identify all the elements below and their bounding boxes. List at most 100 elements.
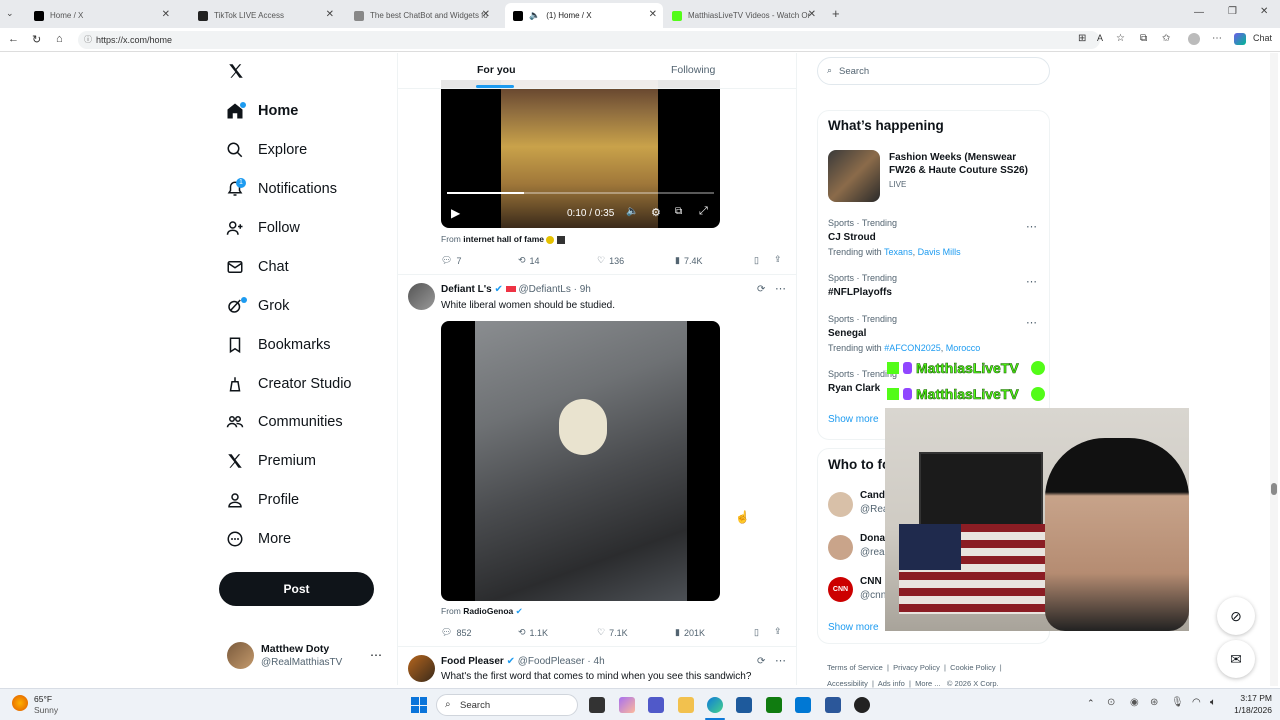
profile-avatar-icon[interactable] bbox=[1188, 33, 1200, 45]
show-more-link[interactable]: Show more bbox=[828, 414, 879, 425]
video-player[interactable]: ▶ 0:10 / 0:35 🔈 ⚙ ⧉ ⤢ bbox=[441, 80, 720, 228]
outlook-icon[interactable] bbox=[795, 697, 811, 713]
views-button[interactable]: ▮ 7.4K bbox=[675, 255, 702, 266]
tab-following[interactable]: Following bbox=[671, 64, 715, 76]
sidebar-item-notifications[interactable]: Notifications bbox=[226, 172, 337, 206]
scrollbar-thumb[interactable] bbox=[1271, 483, 1277, 495]
post-button[interactable]: Post bbox=[219, 572, 374, 606]
speaker-icon[interactable]: 🔈 bbox=[529, 10, 540, 21]
favorites-icon[interactable]: ✩ bbox=[1162, 33, 1170, 44]
sidebar-item-explore[interactable]: Explore bbox=[226, 133, 307, 167]
video-progress-track[interactable] bbox=[447, 192, 714, 194]
author-name[interactable]: Food Pleaser bbox=[441, 656, 504, 667]
tray-app-icon[interactable]: ⊛ bbox=[1150, 697, 1158, 708]
like-button[interactable]: ♡ 7.1K bbox=[597, 627, 628, 638]
sidebar-item-grok[interactable]: Grok bbox=[226, 289, 289, 323]
wifi-icon[interactable]: ◠ bbox=[1192, 697, 1201, 708]
trend-more-icon[interactable]: ⋯ bbox=[1026, 275, 1037, 288]
microphone-icon[interactable]: 🎙︎ bbox=[1171, 697, 1184, 708]
favorite-star-icon[interactable]: ☆ bbox=[1116, 33, 1125, 44]
post-time[interactable]: · 9h bbox=[574, 284, 591, 295]
pip-icon[interactable]: ⧉ bbox=[675, 206, 682, 217]
footer-link[interactable]: More ... bbox=[915, 679, 940, 688]
footer-link[interactable]: Ads info bbox=[878, 679, 905, 688]
account-name[interactable]: Matthew Doty bbox=[261, 643, 329, 655]
clock-date[interactable]: 1/18/2026 bbox=[1226, 705, 1272, 715]
follow-avatar[interactable] bbox=[828, 535, 853, 560]
grok-explain-icon[interactable]: ⟳ bbox=[757, 656, 765, 667]
trend-item[interactable]: Sports · Trending CJ Stroud Trending wit… bbox=[828, 218, 961, 257]
start-windows-icon[interactable] bbox=[411, 697, 427, 713]
show-hidden-icons-chevron-icon[interactable]: ⌃ bbox=[1087, 698, 1095, 709]
copilot-icon[interactable] bbox=[1234, 33, 1246, 45]
extensions-icon[interactable]: ⧉ bbox=[1140, 33, 1147, 44]
clock-time[interactable]: 3:17 PM bbox=[1232, 693, 1272, 703]
refresh-icon[interactable]: ↻ bbox=[32, 33, 41, 46]
play-icon[interactable]: ▶ bbox=[451, 206, 460, 220]
tab-list-chevron-icon[interactable]: ⌄ bbox=[6, 8, 14, 19]
grok-explain-icon[interactable]: ⟳ bbox=[757, 284, 765, 295]
browser-tab-active[interactable]: 🔈 (1) Home / X ✕ bbox=[505, 3, 663, 28]
home-icon[interactable]: ⌂ bbox=[56, 33, 63, 45]
volume-icon[interactable]: 🔈 bbox=[626, 206, 638, 217]
close-icon[interactable]: ✕ bbox=[162, 9, 170, 20]
sidebar-item-premium[interactable]: Premium bbox=[226, 444, 316, 478]
taskbar-search[interactable]: ⌕ Search bbox=[436, 694, 578, 716]
volume-icon[interactable]: 🔈︎ bbox=[1210, 697, 1216, 708]
bookmark-button[interactable]: ▯ bbox=[754, 255, 759, 266]
repost-button[interactable]: ⟲ 1.1K bbox=[518, 627, 548, 638]
xbox-icon[interactable] bbox=[766, 697, 782, 713]
trend-link[interactable]: Texans bbox=[884, 247, 913, 257]
browser-tab[interactable]: MatthiasLiveTV Videos - Watch Or ✕ bbox=[664, 3, 822, 28]
messages-floating-button[interactable]: ✉ bbox=[1217, 640, 1255, 678]
trend-item[interactable]: Sports · Trending #NFLPlayoffs bbox=[828, 273, 897, 298]
tab-for-you[interactable]: For you bbox=[477, 64, 516, 76]
file-explorer-icon[interactable] bbox=[678, 697, 694, 713]
page-scrollbar[interactable] bbox=[1270, 53, 1278, 686]
reply-button[interactable]: 💬︎ 852 bbox=[441, 627, 471, 638]
edge-icon[interactable] bbox=[707, 697, 723, 713]
tray-app-icon[interactable]: ⊙ bbox=[1107, 697, 1115, 708]
obs-icon[interactable] bbox=[854, 697, 870, 713]
video-source-name[interactable]: RadioGenoa bbox=[463, 606, 513, 616]
footer-link[interactable]: Privacy Policy bbox=[893, 663, 940, 672]
cnn-logo-avatar[interactable]: CNN bbox=[828, 577, 853, 602]
sidebar-item-communities[interactable]: Communities bbox=[226, 405, 343, 439]
browser-tab[interactable]: TikTok LIVE Access ✕ bbox=[190, 3, 340, 28]
show-more-link[interactable]: Show more bbox=[828, 622, 879, 633]
new-tab-plus-icon[interactable]: + bbox=[832, 6, 840, 21]
trend-link[interactable]: Davis Mills bbox=[918, 247, 961, 257]
grok-floating-button[interactable]: ⊘ bbox=[1217, 597, 1255, 635]
footer-link[interactable]: Accessibility bbox=[827, 679, 868, 688]
trend-link[interactable]: #AFCON2025 bbox=[884, 343, 941, 353]
account-avatar[interactable] bbox=[227, 642, 254, 669]
weather-temp[interactable]: 65°F bbox=[34, 694, 52, 704]
settings-gear-icon[interactable]: ⚙ bbox=[651, 206, 661, 219]
post-more-icon[interactable]: ⋯ bbox=[775, 282, 786, 295]
author-handle[interactable]: @DefiantLs bbox=[518, 284, 570, 295]
event-title[interactable]: Fashion Weeks (Menswear FW26 & Haute Cou… bbox=[889, 151, 1039, 177]
close-window-icon[interactable]: ✕ bbox=[1260, 6, 1268, 17]
browser-tab[interactable]: Home / X ✕ bbox=[26, 3, 176, 28]
close-icon[interactable]: ✕ bbox=[808, 9, 816, 20]
event-thumbnail[interactable] bbox=[828, 150, 880, 202]
weather-icon[interactable] bbox=[12, 695, 28, 711]
account-more-icon[interactable]: ⋯ bbox=[370, 648, 382, 662]
teams-icon[interactable] bbox=[648, 697, 664, 713]
video-source-name[interactable]: internet hall of fame bbox=[463, 234, 544, 244]
search-input[interactable]: ⌕ Search bbox=[817, 57, 1050, 85]
sidebar-item-more[interactable]: More bbox=[226, 522, 291, 556]
video-player[interactable] bbox=[441, 321, 720, 601]
sidebar-item-follow[interactable]: Follow bbox=[226, 211, 300, 245]
follow-name[interactable]: Dona bbox=[860, 533, 885, 544]
minimize-icon[interactable]: — bbox=[1194, 7, 1204, 18]
trend-link[interactable]: Morocco bbox=[946, 343, 981, 353]
trend-more-icon[interactable]: ⋯ bbox=[1026, 220, 1037, 233]
repost-button[interactable]: ⟲ 14 bbox=[518, 255, 540, 266]
settings-more-icon[interactable]: ⋯ bbox=[1212, 33, 1222, 44]
sidebar-item-home[interactable]: Home bbox=[226, 94, 298, 128]
reply-button[interactable]: 💬︎ 7 bbox=[441, 255, 461, 266]
chat-button[interactable]: Chat bbox=[1253, 33, 1272, 43]
footer-link[interactable]: Terms of Service bbox=[827, 663, 883, 672]
share-button[interactable]: ⇪ bbox=[774, 254, 782, 265]
